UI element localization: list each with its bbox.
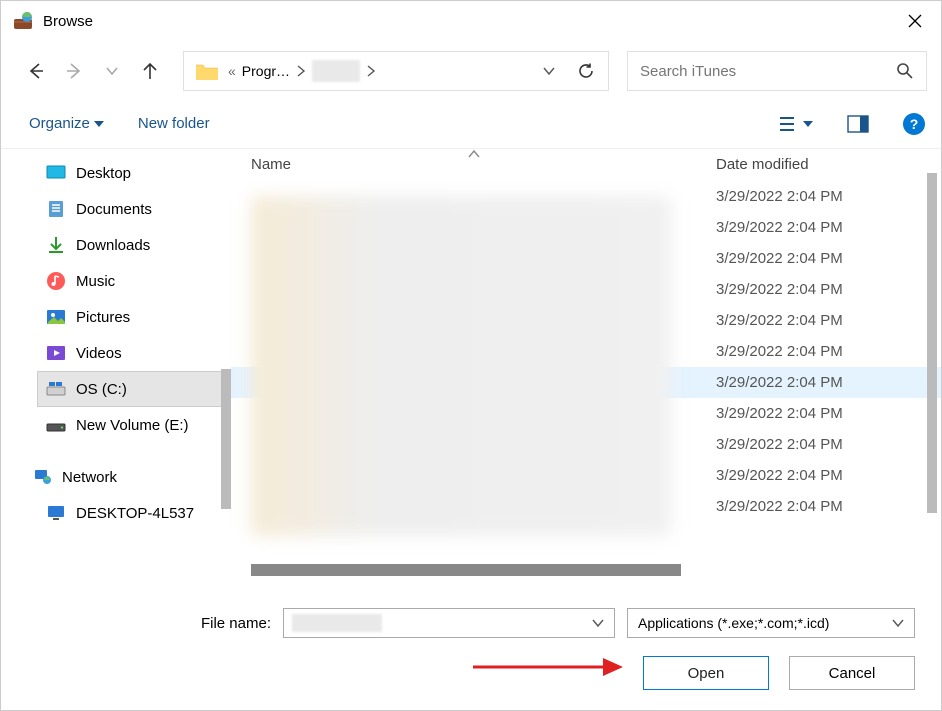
chevron-down-icon: [892, 618, 904, 628]
cancel-button[interactable]: Cancel: [789, 656, 915, 690]
close-button[interactable]: [892, 5, 938, 37]
sidebar-item-desktop[interactable]: Desktop: [37, 155, 229, 191]
sidebar-item-label: Documents: [76, 201, 152, 218]
sidebar-item-network[interactable]: Network: [23, 459, 229, 495]
content-area: Desktop Documents Downloads Music Pictures Vi…: [1, 149, 941, 588]
pictures-icon: [46, 307, 66, 327]
sidebar-item-desktop-4l537[interactable]: DESKTOP-4L537: [37, 495, 229, 531]
column-header-date[interactable]: Date modified: [716, 156, 941, 173]
search-input[interactable]: [640, 63, 896, 80]
sidebar-item-label: Music: [76, 273, 115, 290]
address-history-dropdown[interactable]: [530, 64, 568, 78]
documents-icon: [46, 199, 66, 219]
column-headers: Name Date modified: [231, 149, 941, 181]
nav-recent-dropdown[interactable]: [97, 56, 127, 86]
sidebar-item-documents[interactable]: Documents: [37, 191, 229, 227]
filter-label: Applications (*.exe;*.com;*.icd): [638, 615, 829, 631]
annotation-arrow: [473, 654, 623, 680]
file-date-cell: 3/29/2022 2:04 PM: [716, 312, 941, 329]
crumb-collapsed-indicator[interactable]: «: [226, 63, 238, 79]
navigation-pane: Desktop Documents Downloads Music Pictures Vi…: [1, 149, 231, 588]
chevron-right-icon[interactable]: [364, 64, 378, 78]
column-header-name[interactable]: Name: [231, 156, 716, 173]
toolbar: Organize New folder ?: [1, 101, 941, 149]
filename-value-redacted: [292, 614, 382, 632]
organize-menu[interactable]: Organize: [23, 109, 110, 138]
file-date-cell: 3/29/2022 2:04 PM: [716, 343, 941, 360]
sidebar-item-new-volume-e-[interactable]: New Volume (E:): [37, 407, 229, 443]
sidebar-item-os-c-[interactable]: OS (C:): [37, 371, 229, 407]
chevron-down-icon: [94, 120, 104, 128]
filename-label: File name:: [201, 615, 271, 632]
music-icon: [46, 271, 66, 291]
monitor-icon: [46, 503, 66, 523]
sidebar-item-label: Videos: [76, 345, 122, 362]
open-button[interactable]: Open: [643, 656, 769, 690]
sidebar-item-pictures[interactable]: Pictures: [37, 299, 229, 335]
file-date-cell: 3/29/2022 2:04 PM: [716, 188, 941, 205]
search-box[interactable]: [627, 51, 927, 91]
file-type-filter[interactable]: Applications (*.exe;*.com;*.icd): [627, 608, 915, 638]
sidebar-item-downloads[interactable]: Downloads: [37, 227, 229, 263]
network-icon: [32, 467, 52, 487]
file-list[interactable]: .3/29/2022 2:04 PM.3/29/2022 2:04 PM.3/2…: [231, 181, 941, 588]
drive-dark-icon: [46, 415, 66, 435]
app-icon: [13, 11, 33, 31]
sidebar-item-label: Desktop: [76, 165, 131, 182]
horizontal-scrollbar[interactable]: [251, 564, 681, 576]
help-button[interactable]: ?: [903, 113, 925, 135]
crumb-item[interactable]: Progr…: [238, 63, 294, 79]
downloads-icon: [46, 235, 66, 255]
titlebar: Browse: [1, 1, 941, 41]
nav-back-button[interactable]: [21, 56, 51, 86]
drive-icon: [46, 379, 66, 399]
videos-icon: [46, 343, 66, 363]
file-date-cell: 3/29/2022 2:04 PM: [716, 250, 941, 267]
crumb-item-redacted[interactable]: [312, 60, 360, 82]
address-bar[interactable]: « Progr…: [183, 51, 609, 91]
organize-label: Organize: [29, 115, 90, 132]
file-list-pane: Name Date modified .3/29/2022 2:04 PM.3/…: [231, 149, 941, 588]
sidebar-item-videos[interactable]: Videos: [37, 335, 229, 371]
view-options-button[interactable]: [773, 111, 819, 137]
search-icon: [896, 62, 914, 80]
sidebar-scrollbar[interactable]: [221, 369, 231, 509]
window-title: Browse: [43, 13, 892, 30]
sidebar-item-label: DESKTOP-4L537: [76, 505, 194, 522]
sidebar-item-label: Downloads: [76, 237, 150, 254]
sidebar-item-label: Pictures: [76, 309, 130, 326]
sidebar-item-label: Network: [62, 469, 117, 486]
sort-asc-icon: [468, 150, 480, 158]
file-date-cell: 3/29/2022 2:04 PM: [716, 405, 941, 422]
folder-icon: [194, 58, 220, 84]
chevron-right-icon[interactable]: [294, 64, 308, 78]
sidebar-item-label: New Volume (E:): [76, 417, 189, 434]
preview-pane-button[interactable]: [841, 111, 875, 137]
file-date-cell: 3/29/2022 2:04 PM: [716, 436, 941, 453]
refresh-button[interactable]: [568, 62, 604, 80]
nav-bar: « Progr…: [1, 41, 941, 101]
browse-dialog: Browse « Progr…: [0, 0, 942, 711]
file-date-cell: 3/29/2022 2:04 PM: [716, 281, 941, 298]
redacted-filenames: [251, 196, 671, 536]
chevron-down-icon: [803, 120, 813, 128]
filename-combobox[interactable]: [283, 608, 615, 638]
desktop-icon: [46, 163, 66, 183]
new-folder-label: New folder: [138, 115, 210, 132]
new-folder-button[interactable]: New folder: [132, 109, 216, 138]
file-date-cell: 3/29/2022 2:04 PM: [716, 498, 941, 515]
dialog-footer: File name: Applications (*.exe;*.com;*.i…: [1, 588, 941, 710]
file-date-cell: 3/29/2022 2:04 PM: [716, 219, 941, 236]
nav-forward-button[interactable]: [59, 56, 89, 86]
chevron-down-icon: [586, 618, 610, 628]
file-date-cell: 3/29/2022 2:04 PM: [716, 374, 941, 391]
file-date-cell: 3/29/2022 2:04 PM: [716, 467, 941, 484]
sidebar-item-music[interactable]: Music: [37, 263, 229, 299]
nav-up-button[interactable]: [135, 56, 165, 86]
sidebar-item-label: OS (C:): [76, 381, 127, 398]
vertical-scrollbar[interactable]: [927, 173, 937, 513]
